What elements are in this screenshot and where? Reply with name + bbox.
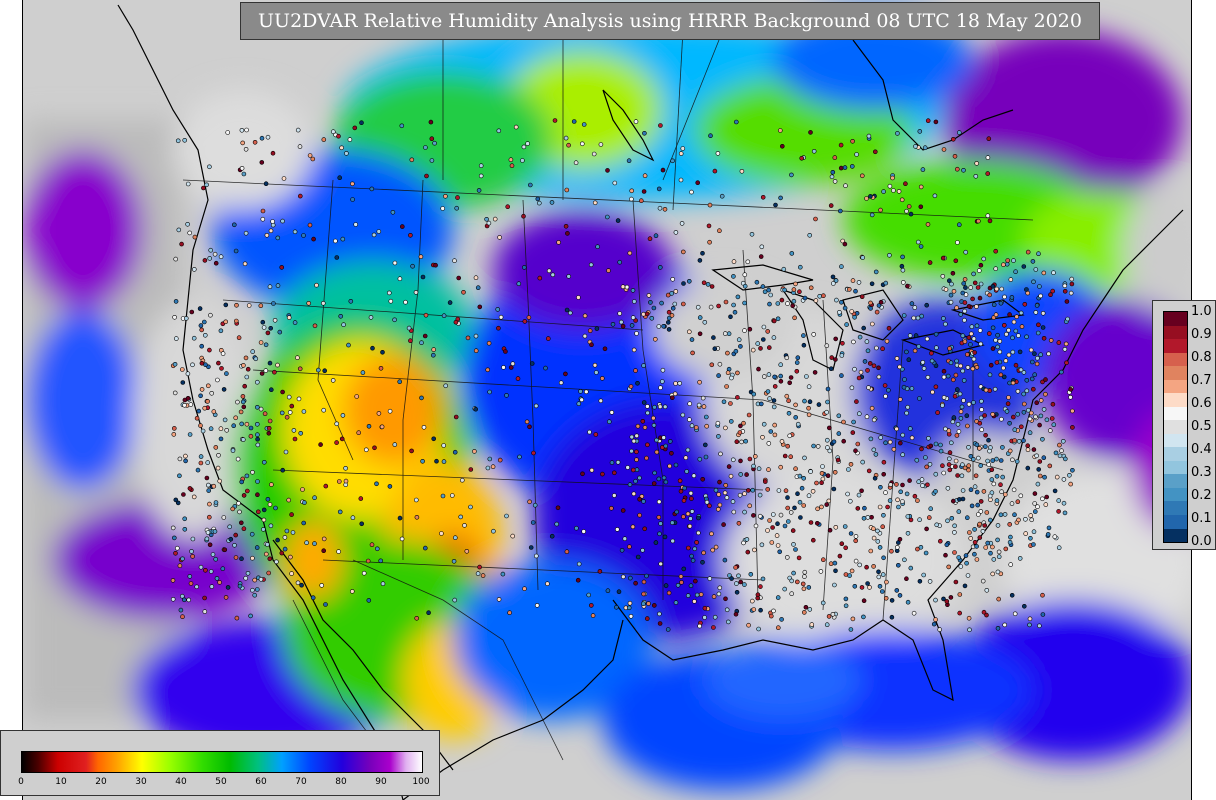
observation-legend-tick: 0.0 (1191, 534, 1212, 549)
rh-colorbar: 0 10 20 30 40 50 60 70 80 90 100 (0, 730, 440, 796)
observation-ramp-segment (1164, 339, 1187, 353)
rh-colorbar-tick: 80 (335, 777, 347, 787)
observation-ramp-segment (1164, 420, 1187, 434)
observation-legend-tick: 0.1 (1191, 511, 1212, 526)
observation-legend-tick: 0.6 (1191, 396, 1212, 411)
observation-ramp-segment (1164, 433, 1187, 448)
observation-ramp-segment (1164, 312, 1187, 326)
map-title: UU2DVAR Relative Humidity Analysis using… (240, 2, 1100, 40)
observation-ramp-segment (1164, 406, 1187, 421)
observation-ramp-segment (1164, 366, 1187, 380)
observation-ramp-segment (1164, 474, 1187, 488)
rh-colorbar-tick: 70 (295, 777, 307, 787)
observation-legend-tick: 1.0 (1191, 304, 1212, 319)
observation-ramp-segment (1164, 325, 1187, 340)
observation-legend: 1.0 0.9 0.8 0.7 0.6 0.5 0.4 0.3 0.2 0.1 0.0 (1152, 300, 1216, 550)
observation-ramp-segment (1164, 487, 1187, 502)
observation-color-ramp (1163, 311, 1188, 543)
observation-legend-tick: 0.4 (1191, 442, 1212, 457)
observation-ramp-segment (1164, 352, 1187, 367)
rh-colorbar-tick: 40 (175, 777, 187, 787)
observation-legend-tick: 0.5 (1191, 419, 1212, 434)
observation-ramp-segment (1164, 514, 1187, 529)
rh-colorbar-tick: 30 (135, 777, 147, 787)
observation-legend-tick: 0.2 (1191, 488, 1212, 503)
rh-colorbar-tick: 60 (255, 777, 267, 787)
observation-ramp-segment (1164, 528, 1187, 543)
humidity-shading (23, 10, 1191, 790)
observation-ramp-segment (1164, 501, 1187, 515)
observation-legend-tick: 0.8 (1191, 350, 1212, 365)
observation-ramp-segment (1164, 447, 1187, 461)
rh-field (23, 0, 1191, 800)
rh-colorbar-tick: 0 (18, 777, 24, 787)
observation-ramp-segment (1164, 460, 1187, 475)
observation-ramp-segment (1164, 393, 1187, 407)
rh-color-ramp (21, 751, 423, 773)
rh-colorbar-tick: 50 (215, 777, 227, 787)
rh-colorbar-tick: 10 (55, 777, 67, 787)
observation-ramp-segment (1164, 379, 1187, 394)
observation-legend-tick: 0.9 (1191, 327, 1212, 342)
observation-legend-tick: 0.7 (1191, 373, 1212, 388)
rh-colorbar-tick: 90 (375, 777, 387, 787)
rh-analysis-map (22, 0, 1192, 800)
rh-colorbar-tick: 100 (412, 777, 430, 787)
rh-colorbar-tick: 20 (95, 777, 107, 787)
observation-legend-tick: 0.3 (1191, 465, 1212, 480)
